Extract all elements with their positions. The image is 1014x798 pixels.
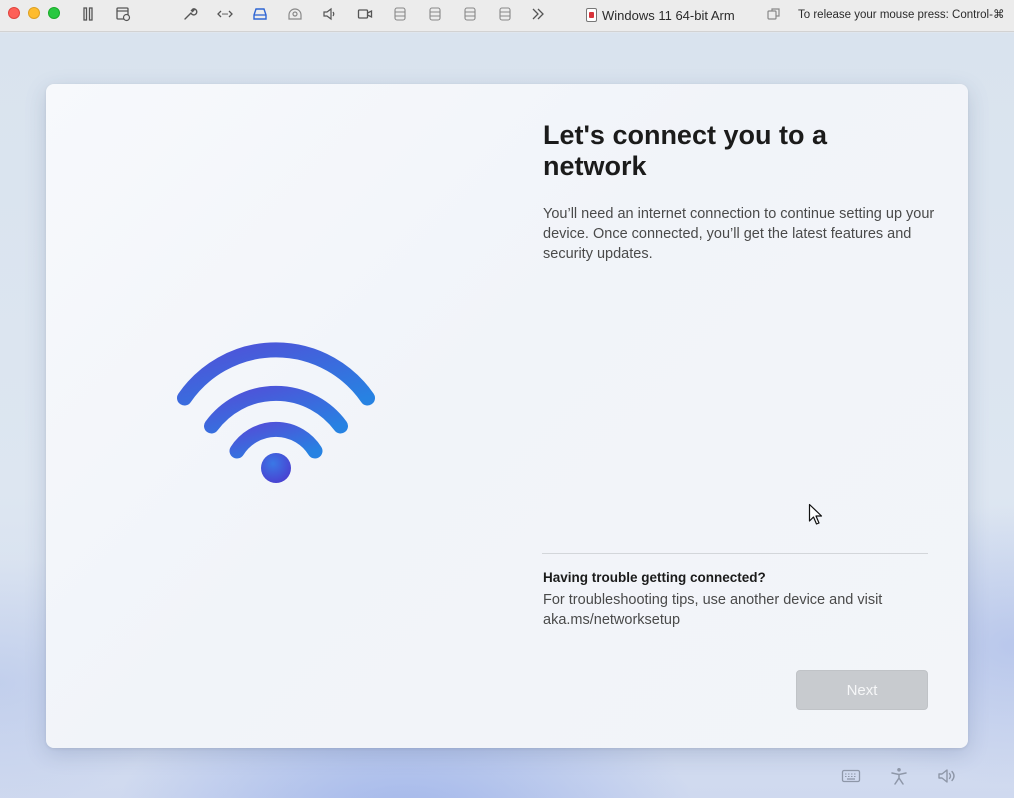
- vm-toolbar: Windows 11 64-bit Arm To release your mo…: [0, 0, 1014, 32]
- mouse-cursor-icon: [808, 503, 823, 525]
- vm-window-title: Windows 11 64-bit Arm: [586, 6, 735, 24]
- disk-icon[interactable]: [250, 5, 270, 23]
- storage-icon[interactable]: [425, 5, 445, 23]
- video-icon[interactable]: [355, 5, 375, 23]
- divider: [542, 553, 928, 554]
- setup-card: Let's connect you to a network You’ll ne…: [46, 84, 968, 748]
- storage-icon[interactable]: [460, 5, 480, 23]
- camera-share-icon[interactable]: [285, 5, 305, 23]
- storage-icon[interactable]: [495, 5, 515, 23]
- vm-badge-icon: [586, 8, 597, 22]
- volume-icon[interactable]: [936, 766, 958, 786]
- trouble-help-text: For troubleshooting tips, use another de…: [543, 592, 883, 628]
- release-mouse-hint: To release your mouse press: Control-⌘: [798, 9, 1005, 21]
- more-icon[interactable]: [528, 5, 548, 23]
- storage-icon[interactable]: [390, 5, 410, 23]
- settings-wrench-icon[interactable]: [180, 5, 200, 23]
- copy-window-icon[interactable]: [764, 5, 784, 23]
- page-title: Let's connect you to a network: [543, 120, 827, 181]
- pause-icon[interactable]: [78, 5, 98, 23]
- keyboard-icon[interactable]: [840, 766, 862, 786]
- vm-title-text: Windows 11 64-bit Arm: [602, 7, 735, 23]
- close-window-button[interactable]: [8, 7, 20, 19]
- page-description: You’ll need an internet connection to co…: [543, 206, 935, 262]
- trouble-heading: Having trouble getting connected?: [543, 570, 766, 585]
- next-button[interactable]: Next: [796, 670, 928, 710]
- sound-icon[interactable]: [320, 5, 340, 23]
- accessibility-icon[interactable]: [888, 766, 910, 786]
- snapshot-icon[interactable]: [113, 5, 133, 23]
- network-icon[interactable]: [215, 5, 235, 23]
- minimize-window-button[interactable]: [28, 7, 40, 19]
- wifi-icon: [177, 342, 375, 483]
- zoom-window-button[interactable]: [48, 7, 60, 19]
